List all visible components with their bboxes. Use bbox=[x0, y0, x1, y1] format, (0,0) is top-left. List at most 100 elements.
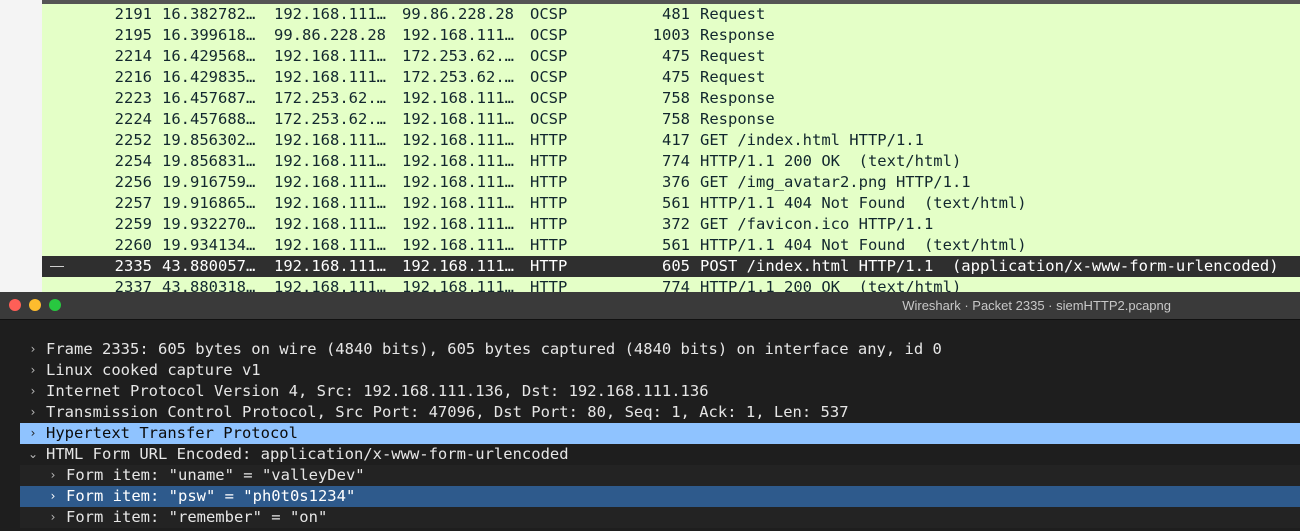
packet-number: 2252 bbox=[114, 131, 152, 149]
chevron-right-icon[interactable]: › bbox=[26, 360, 40, 381]
packet-row[interactable]: 2216 16.429835… 192.168.111… 172.253.62.… OC… bbox=[42, 67, 1300, 88]
packet-protocol: HTTP bbox=[530, 131, 568, 149]
chevron-right-icon[interactable]: › bbox=[26, 402, 40, 423]
packet-source: 192.168.111… bbox=[274, 5, 386, 23]
chevron-right-icon[interactable]: › bbox=[46, 507, 60, 528]
packet-row[interactable]: 2214 16.429568… 192.168.111… 172.253.62.… OC… bbox=[42, 46, 1300, 67]
packet-source: 192.168.111… bbox=[274, 47, 386, 65]
packet-info: Response bbox=[700, 110, 775, 128]
packet-protocol: HTTP bbox=[530, 173, 568, 191]
packet-info: HTTP/1.1 404 Not Found (text/html) bbox=[700, 194, 1027, 212]
tree-row-label: Hypertext Transfer Protocol bbox=[46, 424, 298, 442]
packet-length: 774 bbox=[662, 278, 690, 292]
packet-destination: 172.253.62.… bbox=[402, 68, 514, 86]
packet-number: 2256 bbox=[114, 173, 152, 191]
packet-row[interactable]: 2224 16.457688… 172.253.62.… 192.168.111… OC… bbox=[42, 109, 1300, 130]
packet-protocol: HTTP bbox=[530, 215, 568, 233]
packet-info: GET /img_avatar2.png HTTP/1.1 bbox=[700, 173, 971, 191]
protocol-tree-row[interactable]: › Internet Protocol Version 4, Src: 192.1… bbox=[20, 381, 1300, 402]
packet-destination: 192.168.111… bbox=[402, 194, 514, 212]
packet-number: 2214 bbox=[114, 47, 152, 65]
packet-length: 758 bbox=[662, 110, 690, 128]
packet-protocol: OCSP bbox=[530, 47, 568, 65]
left-window-edge bbox=[0, 0, 43, 292]
packet-length: 561 bbox=[662, 236, 690, 254]
packet-number: 2195 bbox=[114, 26, 152, 44]
packet-number: 2257 bbox=[114, 194, 152, 212]
chevron-right-icon[interactable]: › bbox=[46, 486, 60, 507]
packet-info: Request bbox=[700, 68, 766, 86]
packet-row[interactable]: 2256 19.916759… 192.168.111… 192.168.111… HT… bbox=[42, 172, 1300, 193]
packet-row[interactable]: 2191 16.382782… 192.168.111… 99.86.228.28 OC… bbox=[42, 4, 1300, 25]
packet-length: 1003 bbox=[652, 26, 690, 44]
packet-source: 172.253.62.… bbox=[274, 89, 386, 107]
packet-time: 16.382782… bbox=[162, 5, 256, 23]
packet-row[interactable]: 2252 19.856302… 192.168.111… 192.168.111… HT… bbox=[42, 130, 1300, 151]
packet-list-pane: 2191 16.382782… 192.168.111… 99.86.228.28 OC… bbox=[0, 0, 1300, 292]
packet-row[interactable]: 2337 43.880318… 192.168.111… 192.168.111… HT… bbox=[42, 277, 1300, 292]
packet-length: 758 bbox=[662, 89, 690, 107]
packet-info: GET /favicon.ico HTTP/1.1 bbox=[700, 215, 934, 233]
chevron-right-icon[interactable]: › bbox=[26, 423, 40, 444]
tree-row-label: Form item: "psw" = "ph0t0s1234" bbox=[66, 487, 356, 505]
packet-source: 192.168.111… bbox=[274, 215, 386, 233]
packet-info: Response bbox=[700, 26, 775, 44]
packet-destination: 172.253.62.… bbox=[402, 47, 514, 65]
form-item-row[interactable]: › Form item: "remember" = "on" bbox=[20, 507, 1300, 528]
packet-time: 19.934134… bbox=[162, 236, 256, 254]
window-titlebar[interactable]: Wireshark · Packet 2335 · siemHTTP2.pcap… bbox=[0, 292, 1300, 320]
packet-row[interactable]: 2195 16.399618… 99.86.228.28 192.168.111… OC… bbox=[42, 25, 1300, 46]
packet-source: 192.168.111… bbox=[274, 173, 386, 191]
packet-time: 19.916865… bbox=[162, 194, 256, 212]
packet-destination: 192.168.111… bbox=[402, 131, 514, 149]
protocol-tree-row[interactable]: › Frame 2335: 605 bytes on wire (4840 bit… bbox=[20, 339, 1300, 360]
packet-row[interactable]: 2257 19.916865… 192.168.111… 192.168.111… HT… bbox=[42, 193, 1300, 214]
protocol-tree-row[interactable]: › Transmission Control Protocol, Src Port… bbox=[20, 402, 1300, 423]
tree-row-label: Linux cooked capture v1 bbox=[46, 361, 261, 379]
packet-time: 19.856831… bbox=[162, 152, 256, 170]
form-item-row[interactable]: › Form item: "psw" = "ph0t0s1234" bbox=[20, 486, 1300, 507]
packet-details-window: Wireshark · Packet 2335 · siemHTTP2.pcap… bbox=[0, 292, 1300, 531]
packet-destination: 192.168.111… bbox=[402, 278, 514, 292]
packet-source: 192.168.111… bbox=[274, 68, 386, 86]
packet-time: 16.429568… bbox=[162, 47, 256, 65]
packet-number: 2216 bbox=[114, 68, 152, 86]
packet-number: 2223 bbox=[114, 89, 152, 107]
chevron-right-icon[interactable]: › bbox=[26, 381, 40, 402]
packet-protocol: OCSP bbox=[530, 5, 568, 23]
tree-row-label: HTML Form URL Encoded: application/x-www… bbox=[46, 445, 569, 463]
packet-row[interactable]: 2260 19.934134… 192.168.111… 192.168.111… HT… bbox=[42, 235, 1300, 256]
packet-source: 99.86.228.28 bbox=[274, 26, 386, 44]
packet-source: 192.168.111… bbox=[274, 278, 386, 292]
packet-length: 481 bbox=[662, 5, 690, 23]
protocol-tree-row[interactable]: › Linux cooked capture v1 bbox=[20, 360, 1300, 381]
packet-info: Request bbox=[700, 47, 766, 65]
packet-protocol: HTTP bbox=[530, 194, 568, 212]
packet-row[interactable]: 2254 19.856831… 192.168.111… 192.168.111… HT… bbox=[42, 151, 1300, 172]
packet-info: HTTP/1.1 200 OK (text/html) bbox=[700, 152, 962, 170]
packet-info: Response bbox=[700, 89, 775, 107]
chevron-down-icon[interactable]: ⌄ bbox=[26, 444, 40, 465]
protocol-tree-row[interactable]: › Hypertext Transfer Protocol bbox=[20, 423, 1300, 444]
tree-row-label: Transmission Control Protocol, Src Port:… bbox=[46, 403, 849, 421]
packet-length: 372 bbox=[662, 215, 690, 233]
packet-rows: 2191 16.382782… 192.168.111… 99.86.228.28 OC… bbox=[42, 4, 1300, 292]
protocol-tree-row[interactable]: ⌄ HTML Form URL Encoded: application/x-ww… bbox=[20, 444, 1300, 465]
chevron-right-icon[interactable]: › bbox=[26, 339, 40, 360]
packet-length: 561 bbox=[662, 194, 690, 212]
form-item-row[interactable]: › Form item: "uname" = "valleyDev" bbox=[20, 465, 1300, 486]
packet-row-selected[interactable]: 2335 43.880057… 192.168.111… 192.168.111… HT… bbox=[42, 256, 1300, 277]
chevron-right-icon[interactable]: › bbox=[46, 465, 60, 486]
packet-row[interactable]: 2223 16.457687… 172.253.62.… 192.168.111… OC… bbox=[42, 88, 1300, 109]
packet-length: 475 bbox=[662, 47, 690, 65]
packet-protocol: HTTP bbox=[530, 152, 568, 170]
window-title: Wireshark · Packet 2335 · siemHTTP2.pcap… bbox=[902, 298, 1171, 313]
packet-destination: 192.168.111… bbox=[402, 215, 514, 233]
packet-source: 192.168.111… bbox=[274, 194, 386, 212]
packet-time: 16.429835… bbox=[162, 68, 256, 86]
packet-info: Request bbox=[700, 5, 766, 23]
packet-row[interactable]: 2259 19.932270… 192.168.111… 192.168.111… HT… bbox=[42, 214, 1300, 235]
packet-time: 43.880057… bbox=[162, 257, 256, 275]
packet-destination: 192.168.111… bbox=[402, 236, 514, 254]
packet-length: 376 bbox=[662, 173, 690, 191]
